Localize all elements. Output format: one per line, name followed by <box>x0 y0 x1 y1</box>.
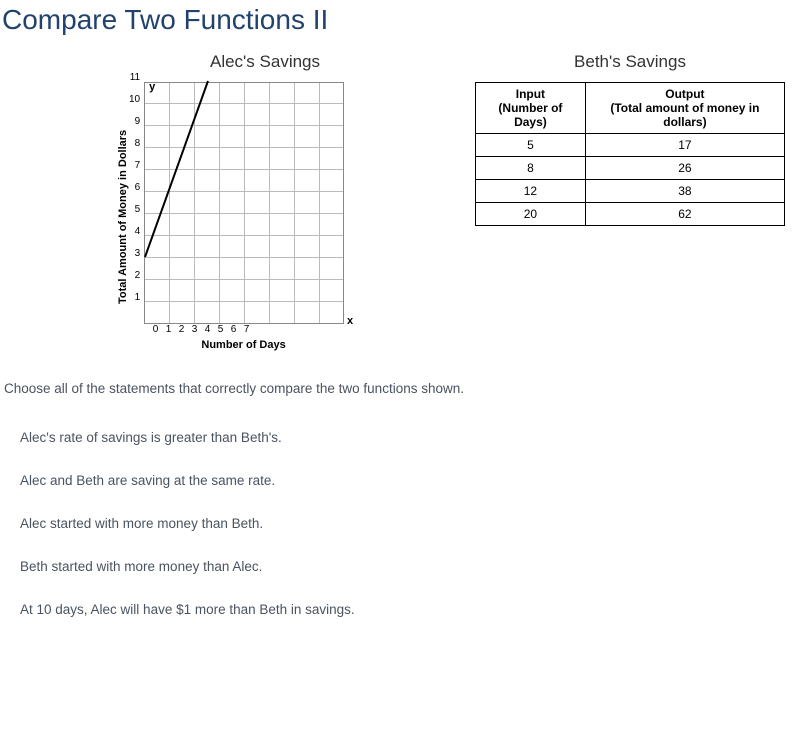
data-line <box>145 81 208 257</box>
y-tick: 11 <box>129 78 140 100</box>
y-ticks: 1 2 3 4 5 6 7 8 9 10 11 <box>129 82 144 324</box>
x-tick: 7 <box>228 324 253 335</box>
data-table: Input (Number of Days) Output (Total amo… <box>475 82 785 226</box>
y-tick: 2 <box>129 276 140 298</box>
table-row: 5 17 <box>476 134 785 157</box>
table-cell: 17 <box>585 134 784 157</box>
y-tick: 3 <box>129 254 140 276</box>
x-axis-label: Number of Days <box>143 339 344 351</box>
answer-option[interactable]: Alec's rate of savings is greater than B… <box>20 416 800 459</box>
table-cell: 5 <box>476 134 586 157</box>
right-heading: Beth's Savings <box>475 52 785 72</box>
table-header: Input (Number of Days) <box>476 83 586 134</box>
content-row: Alec's Savings Total Amount of Money in … <box>0 52 800 351</box>
answer-option[interactable]: Alec started with more money than Beth. <box>20 502 800 545</box>
left-heading: Alec's Savings <box>115 52 415 72</box>
x-ticks: 0 1 2 3 4 5 6 7 <box>143 324 344 335</box>
right-column: Beth's Savings Input (Number of Days) Ou… <box>475 52 785 226</box>
y-tick: 8 <box>129 144 140 166</box>
table-cell: 20 <box>476 203 586 226</box>
answer-option[interactable]: Beth started with more money than Alec. <box>20 545 800 588</box>
answer-option[interactable]: At 10 days, Alec will have $1 more than … <box>20 588 800 631</box>
y-tick: 5 <box>129 210 140 232</box>
table-cell: 62 <box>585 203 784 226</box>
plot-area: y x <box>144 82 344 324</box>
page-title: Compare Two Functions II <box>2 4 800 36</box>
left-column: Alec's Savings Total Amount of Money in … <box>115 52 415 351</box>
table-header: Output (Total amount of money in dollars… <box>585 83 784 134</box>
table-row: 8 26 <box>476 157 785 180</box>
y-tick: 4 <box>129 232 140 254</box>
table-cell: 8 <box>476 157 586 180</box>
y-tick: 7 <box>129 166 140 188</box>
table-cell: 26 <box>585 157 784 180</box>
y-axis-label: Total Amount of Money in Dollars <box>115 82 129 351</box>
answer-option[interactable]: Alec and Beth are saving at the same rat… <box>20 459 800 502</box>
x-axis-letter: x <box>347 315 353 327</box>
answer-list: Alec's rate of savings is greater than B… <box>20 416 800 631</box>
chart: Total Amount of Money in Dollars 1 2 3 4… <box>115 82 415 351</box>
y-tick: 6 <box>129 188 140 210</box>
y-tick: 1 <box>129 298 140 320</box>
table-cell: 38 <box>585 180 784 203</box>
table-row: 12 38 <box>476 180 785 203</box>
table-row: 20 62 <box>476 203 785 226</box>
y-tick: 10 <box>129 100 140 122</box>
y-tick: 9 <box>129 122 140 144</box>
table-cell: 12 <box>476 180 586 203</box>
question-prompt: Choose all of the statements that correc… <box>4 381 800 396</box>
